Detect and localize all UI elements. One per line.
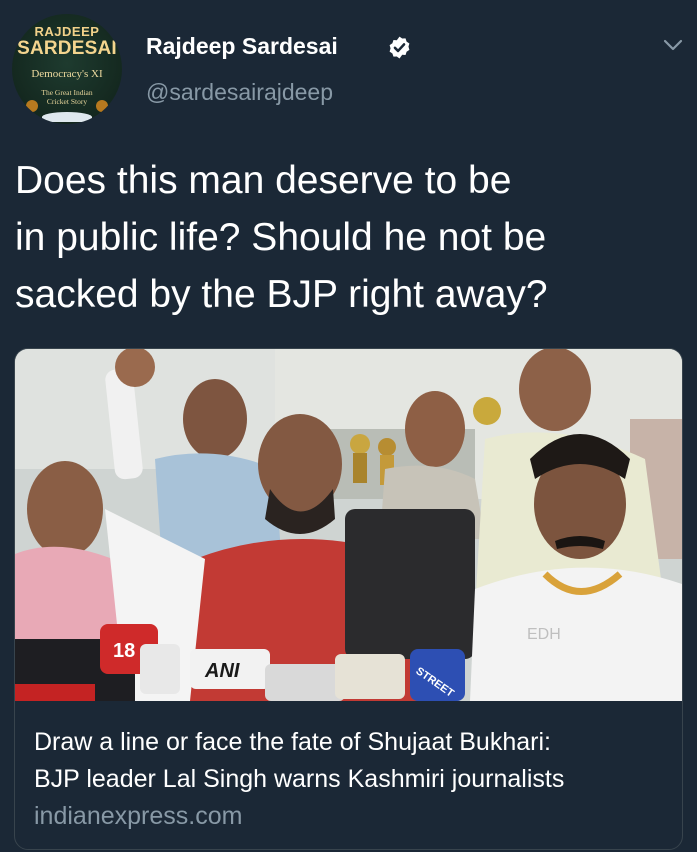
chevron-down-icon[interactable] (662, 34, 684, 56)
shirt-logo-text: EDH (527, 626, 561, 643)
author-handle[interactable]: @sardesairajdeep (146, 79, 333, 106)
avatar[interactable]: RAJDEEP SARDESAI Democracy's XI The Grea… (12, 14, 122, 124)
card-domain[interactable]: indianexpress.com (34, 802, 242, 831)
tweet-text: Does this man deserve to be in public li… (15, 159, 548, 316)
verified-badge-icon (389, 36, 410, 59)
cricket-ball-icon (26, 100, 38, 112)
news-photo[interactable]: EDH 18 ANI STREET (15, 349, 682, 701)
mic-flag-text: ANI (204, 660, 240, 682)
avatar-text-tagline: The Great Indian Cricket Story (41, 88, 93, 106)
link-card[interactable]: EDH 18 ANI STREET Draw a line or face th… (14, 348, 683, 850)
avatar-text-name: SARDESAI (17, 38, 117, 59)
tweet: RAJDEEP SARDESAI Democracy's XI The Grea… (0, 0, 697, 852)
avatar-text-top: RAJDEEP (34, 24, 100, 39)
avatar-decoration (42, 112, 92, 122)
card-title[interactable]: Draw a line or face the fate of Shujaat … (34, 724, 674, 798)
author-display-name[interactable]: Rajdeep Sardesai (146, 33, 338, 60)
cricket-ball-icon (96, 100, 108, 112)
avatar-text-subtitle: Democracy's XI (31, 68, 103, 80)
mic-flag-text: 18 (113, 640, 135, 662)
